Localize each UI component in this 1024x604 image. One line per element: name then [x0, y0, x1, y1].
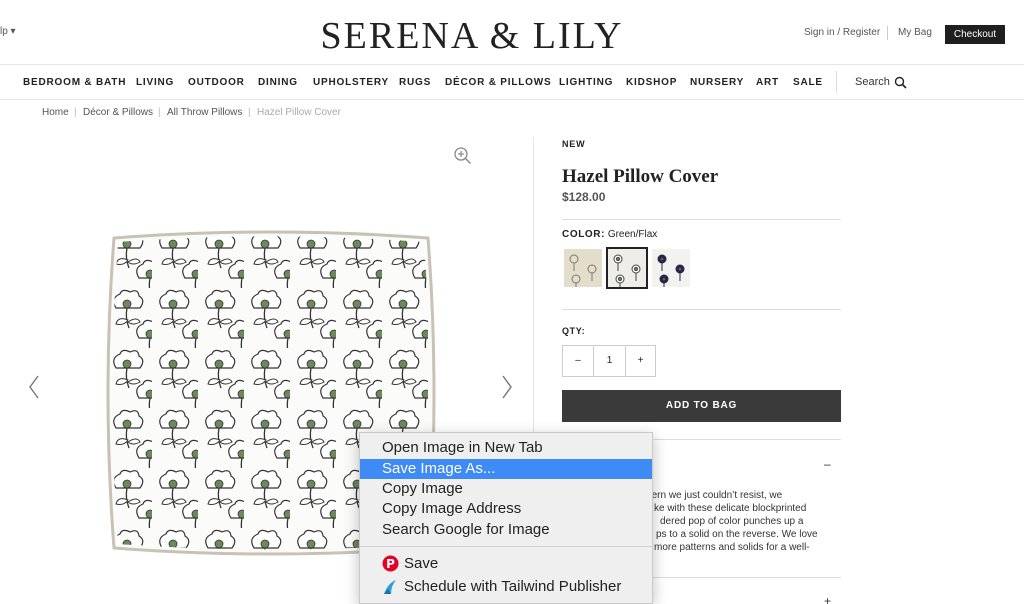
- nav-item-living[interactable]: LIVING: [136, 77, 174, 88]
- color-label: COLOR:: [562, 229, 606, 240]
- zoom-in-icon[interactable]: [453, 146, 472, 165]
- nav-item-rugs[interactable]: RUGS: [399, 77, 431, 88]
- add-to-bag-button[interactable]: ADD TO BAG: [562, 390, 841, 422]
- accordion-expand-button[interactable]: +: [824, 594, 831, 604]
- quantity-decrease-button[interactable]: –: [562, 345, 594, 377]
- divider: [562, 219, 841, 220]
- quantity-input[interactable]: 1: [593, 345, 626, 377]
- swatch-flax-pattern: [564, 249, 602, 287]
- swatch-navy-red-pattern: [652, 249, 690, 287]
- swatch-green-flax-pattern: [608, 249, 646, 287]
- nav-item-dining[interactable]: DINING: [258, 77, 298, 88]
- nav-item-lighting[interactable]: LIGHTING: [559, 77, 613, 88]
- swatch-green-flax[interactable]: [606, 247, 648, 289]
- my-bag-link[interactable]: My Bag: [898, 27, 932, 38]
- nav-divider: [836, 71, 837, 93]
- quantity-label: QTY:: [562, 326, 586, 336]
- nav-item-outdoor[interactable]: OUTDOOR: [188, 77, 245, 88]
- chevron-left-icon[interactable]: [27, 374, 41, 400]
- color-selector-label: COLOR: Green/Flax: [562, 229, 657, 240]
- menu-item-copy-image[interactable]: Copy Image: [360, 479, 652, 499]
- menu-separator: [360, 546, 652, 547]
- main-nav: BEDROOM & BATH LIVING OUTDOOR DINING UPH…: [0, 64, 1024, 100]
- breadcrumb-separator: |: [158, 107, 161, 118]
- breadcrumb-separator: |: [248, 107, 251, 118]
- swatch-navy-red[interactable]: [652, 249, 690, 287]
- menu-item-label: Save: [404, 555, 439, 572]
- nav-search-label[interactable]: Search: [855, 76, 890, 88]
- product-title: Hazel Pillow Cover: [562, 166, 719, 187]
- breadcrumb-home[interactable]: Home: [42, 107, 69, 118]
- color-value: Green/Flax: [607, 229, 658, 240]
- menu-item-label: Schedule with Tailwind Publisher: [404, 578, 622, 595]
- breadcrumb-current: Hazel Pillow Cover: [257, 107, 341, 118]
- nav-item-art[interactable]: ART: [756, 77, 779, 88]
- accordion-collapse-button[interactable]: –: [824, 457, 831, 471]
- nav-item-kidshop[interactable]: KIDSHOP: [626, 77, 677, 88]
- utility-divider: [887, 26, 888, 40]
- quantity-increase-button[interactable]: +: [625, 345, 656, 377]
- nav-item-upholstery[interactable]: UPHOLSTERY: [313, 77, 389, 88]
- divider: [562, 309, 841, 310]
- nav-item-bedroom-bath[interactable]: BEDROOM & BATH: [23, 77, 126, 88]
- breadcrumb-separator: |: [74, 107, 77, 118]
- sign-in-link[interactable]: Sign in / Register: [804, 27, 880, 38]
- context-menu: Open Image in New Tab Save Image As... C…: [359, 432, 653, 604]
- new-badge: NEW: [562, 139, 586, 149]
- menu-item-save-image-as[interactable]: Save Image As...: [360, 459, 652, 479]
- chevron-right-icon[interactable]: [500, 374, 514, 400]
- tailwind-icon: [384, 580, 396, 594]
- menu-item-search-google-for-image[interactable]: Search Google for Image: [360, 520, 652, 540]
- product-price: $128.00: [562, 190, 606, 204]
- nav-item-sale[interactable]: SALE: [793, 77, 823, 88]
- svg-text:P: P: [386, 557, 395, 571]
- swatch-flax[interactable]: [564, 249, 602, 287]
- menu-item-open-image-new-tab[interactable]: Open Image in New Tab: [360, 438, 652, 458]
- search-icon[interactable]: [894, 76, 907, 89]
- menu-item-tailwind-schedule[interactable]: Schedule with Tailwind Publisher: [360, 577, 652, 597]
- menu-item-copy-image-address[interactable]: Copy Image Address: [360, 499, 652, 519]
- nav-item-nursery[interactable]: NURSERY: [690, 77, 744, 88]
- checkout-button[interactable]: Checkout: [945, 25, 1005, 44]
- breadcrumb-decor-pillows[interactable]: Décor & Pillows: [83, 107, 153, 118]
- breadcrumb-all-throw-pillows[interactable]: All Throw Pillows: [167, 107, 242, 118]
- nav-item-decor-pillows[interactable]: DÉCOR & PILLOWS: [445, 77, 551, 88]
- menu-item-pinterest-save[interactable]: P Save: [360, 554, 652, 574]
- pinterest-icon: P: [382, 555, 399, 572]
- brand-logo[interactable]: SERENA & LILY: [0, 14, 944, 58]
